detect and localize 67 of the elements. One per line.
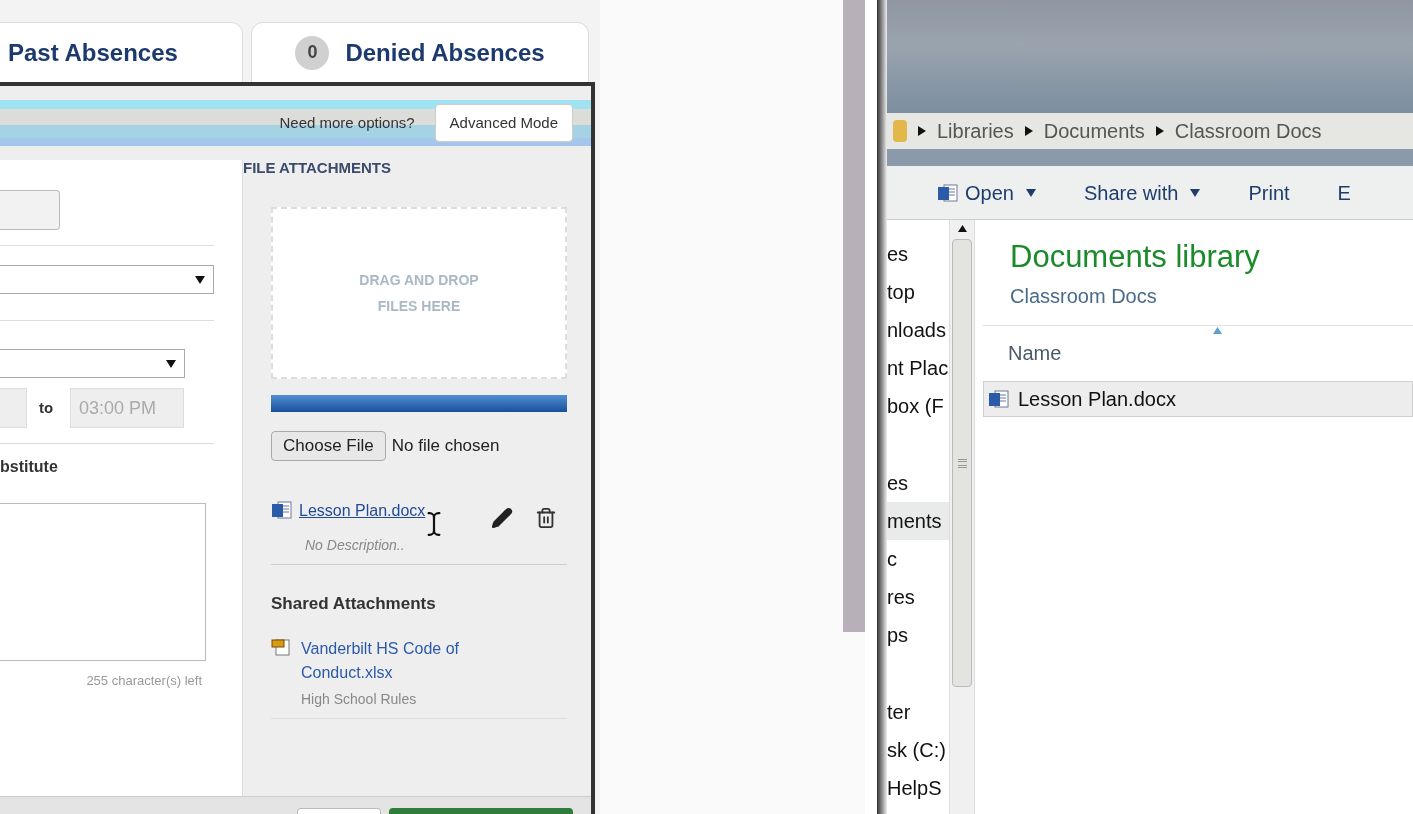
characters-left-text: 255 character(s) left <box>86 672 203 690</box>
chevron-right-icon <box>917 126 927 136</box>
chevron-right-icon <box>1023 126 1034 136</box>
spreadsheet-file-icon <box>271 636 291 657</box>
file-link[interactable]: Lesson Plan.docx <box>299 499 426 523</box>
scrollbar[interactable] <box>949 220 975 814</box>
count-badge: 0 <box>295 35 330 70</box>
word-file-icon <box>988 387 1010 410</box>
breadcrumb[interactable]: Libraries <box>937 116 1014 146</box>
choose-file-button[interactable]: Choose File <box>271 431 386 461</box>
to-label: to <box>39 397 55 418</box>
partial-button[interactable] <box>389 808 573 814</box>
select-field[interactable] <box>0 349 185 378</box>
options-prompt: Need more options? <box>279 112 415 133</box>
partial-button[interactable] <box>0 190 60 230</box>
delete-icon[interactable] <box>535 507 557 529</box>
library-subtitle: Classroom Docs <box>1009 283 1158 309</box>
file-status-text: No file chosen <box>391 435 500 458</box>
word-icon <box>937 181 959 204</box>
dropdown-arrow-icon <box>166 358 176 369</box>
select-field[interactable] <box>0 265 214 294</box>
nav-item[interactable]: box (F <box>887 387 949 425</box>
shared-attachments-title: Shared Attachments <box>271 593 437 615</box>
edit-icon[interactable] <box>491 507 513 529</box>
tab[interactable]: 0 Denied Absences <box>251 22 589 82</box>
breadcrumb[interactable]: Documents <box>1043 116 1145 146</box>
scroll-up-arrow-icon <box>957 224 967 233</box>
folder-icon <box>893 120 907 142</box>
toolbar-button[interactable]: E <box>1337 177 1351 208</box>
word-file-icon <box>271 499 293 521</box>
section-title: FILE ATTACHMENTS <box>243 159 393 177</box>
file-description: High School Rules <box>301 689 418 709</box>
nav-item[interactable]: res <box>887 578 949 616</box>
nav-item[interactable]: es <box>887 235 949 273</box>
nav-item[interactable]: sk (C:) <box>887 731 949 769</box>
time-field[interactable] <box>0 388 27 428</box>
nav-item[interactable]: ter <box>887 693 949 731</box>
nav-item[interactable]: ps <box>887 616 949 654</box>
partial-button[interactable] <box>297 808 381 814</box>
caret-icon <box>1190 187 1201 198</box>
nav-item[interactable]: HelpS <box>887 769 949 807</box>
scrollbar-thumb[interactable] <box>952 239 972 687</box>
toolbar-button[interactable]: Print <box>1248 177 1290 208</box>
substitute-label: bstitute <box>0 458 59 476</box>
toolbar-button[interactable]: Share with <box>1083 177 1201 208</box>
toolbar-button[interactable]: Open <box>937 177 1036 208</box>
nav-item[interactable]: nt Plac <box>887 349 949 387</box>
file-row[interactable]: Lesson Plan.docx <box>983 380 1413 417</box>
notes-textarea[interactable] <box>0 503 206 661</box>
file-link[interactable]: Vanderbilt HS Code of Conduct.xlsx <box>301 636 491 685</box>
chevron-right-icon <box>1154 126 1165 136</box>
nav-item[interactable]: nloads <box>887 311 949 349</box>
dropdown-arrow-icon <box>195 274 205 285</box>
address-bar[interactable]: Libraries Documents Classroom Docs <box>887 113 1413 149</box>
advanced-mode-button[interactable]: Advanced Mode <box>434 104 573 142</box>
nav-item[interactable]: ments <box>887 502 949 540</box>
breadcrumb[interactable]: Classroom Docs <box>1174 116 1322 146</box>
library-title: Documents library <box>1009 238 1261 276</box>
nav-item[interactable]: c <box>887 540 949 578</box>
sort-up-icon <box>1213 325 1222 335</box>
nav-item[interactable]: es <box>887 464 949 502</box>
nav-item[interactable]: top <box>887 273 949 311</box>
file-description: No Description.. <box>305 536 406 555</box>
tab[interactable]: Past Absences <box>0 22 243 82</box>
column-header[interactable]: Name <box>1008 337 1062 368</box>
caret-icon <box>1025 187 1036 198</box>
grip-icon <box>957 458 967 468</box>
